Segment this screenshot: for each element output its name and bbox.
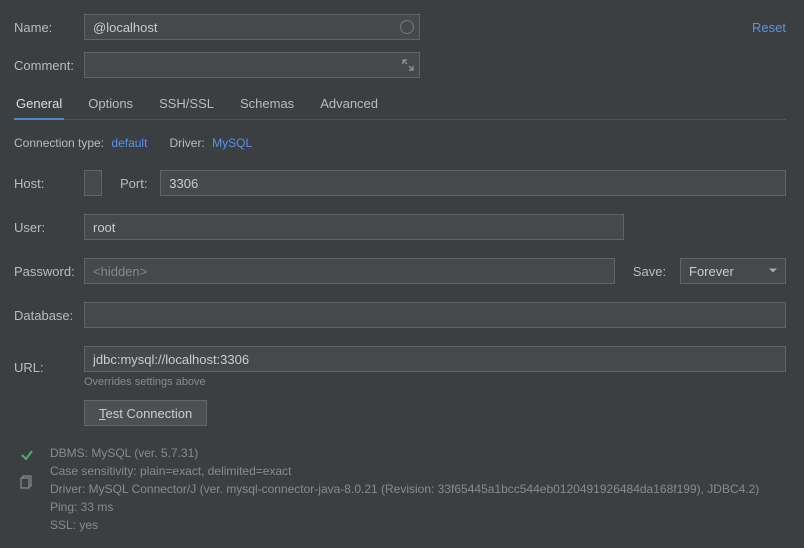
save-label: Save: [633, 264, 680, 279]
connection-type-label: Connection type: [14, 136, 104, 150]
copy-icon[interactable] [20, 475, 34, 492]
host-label: Host: [14, 176, 84, 191]
result-line: Ping: 33 ms [50, 498, 759, 516]
driver-label: Driver: [169, 136, 204, 150]
result-line: DBMS: MySQL (ver. 5.7.31) [50, 444, 759, 462]
user-input[interactable] [84, 214, 624, 240]
password-input[interactable] [84, 258, 615, 284]
port-input[interactable] [160, 170, 786, 196]
tab-advanced[interactable]: Advanced [318, 90, 380, 119]
port-label: Port: [120, 176, 160, 191]
result-line: Case sensitivity: plain=exact, delimited… [50, 462, 759, 480]
result-line: SSL: yes [50, 516, 759, 534]
reset-link[interactable]: Reset [752, 20, 786, 35]
url-input[interactable] [84, 346, 786, 372]
result-line: Driver: MySQL Connector/J (ver. mysql-co… [50, 480, 759, 498]
comment-label: Comment: [14, 58, 84, 73]
database-input[interactable] [84, 302, 786, 328]
host-input[interactable] [84, 170, 102, 196]
tab-options[interactable]: Options [86, 90, 135, 119]
driver-value[interactable]: MySQL [212, 136, 252, 150]
name-label: Name: [14, 20, 84, 35]
save-select[interactable] [680, 258, 786, 284]
password-label: Password: [14, 264, 84, 279]
comment-input[interactable] [84, 52, 420, 78]
url-hint: Overrides settings above [84, 376, 786, 388]
database-label: Database: [14, 308, 84, 323]
success-check-icon [20, 448, 34, 465]
url-label: URL: [14, 360, 84, 375]
tab-schemas[interactable]: Schemas [238, 90, 296, 119]
connection-type-value[interactable]: default [111, 136, 147, 150]
name-input[interactable] [84, 14, 420, 40]
tab-general[interactable]: General [14, 90, 64, 119]
user-label: User: [14, 220, 84, 235]
tab-sshssl[interactable]: SSH/SSL [157, 90, 216, 119]
test-connection-button[interactable]: Test Connection [84, 400, 207, 426]
test-connection-result: DBMS: MySQL (ver. 5.7.31) Case sensitivi… [50, 444, 759, 534]
tabs: General Options SSH/SSL Schemas Advanced [14, 90, 786, 120]
